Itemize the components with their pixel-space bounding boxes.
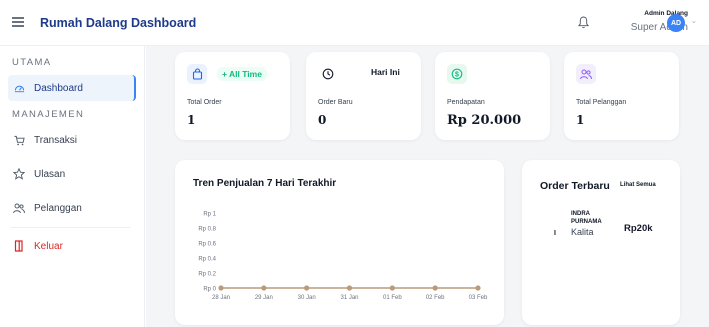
sales-trend-chart: Rp 1 Rp 0.8 Rp 0.6 Rp 0.4 Rp 0.2 Rp 0 28 Jan 29… (198, 212, 488, 302)
stat-value: 0 (318, 113, 327, 127)
see-all-link[interactable]: Lihat Semua (620, 182, 656, 188)
stat-value: Rp 20.000 (447, 113, 522, 128)
sidebar-item-ulasan[interactable]: Ulasan (8, 161, 136, 187)
chart-title: Tren Penjualan 7 Hari Terakhir (193, 178, 337, 189)
stat-label: Total Order (187, 99, 222, 106)
sidebar-item-transaksi[interactable]: Transaksi (8, 127, 136, 153)
stat-label: Total Pelanggan (576, 99, 627, 106)
bag-icon (187, 64, 207, 84)
avatar[interactable]: AD (667, 14, 685, 32)
data-point (218, 285, 224, 291)
stat-card-total-order: + All Time Total Order 1 (175, 52, 290, 140)
x-tick-label: 30 Jan (298, 295, 316, 301)
y-tick-label: Rp 1 (203, 212, 216, 218)
stat-value: 1 (187, 113, 196, 127)
top-header: Rumah Dalang Dashboard Admin Dalang Supe… (0, 0, 709, 46)
app-title: Rumah Dalang Dashboard (40, 16, 197, 30)
sales-trend-card: Tren Penjualan 7 Hari Terakhir Rp 1 Rp 0.… (175, 160, 504, 325)
data-point (261, 285, 267, 291)
stat-card-order-baru: Hari Ini Order Baru 0 (306, 52, 421, 140)
star-icon (13, 168, 25, 180)
clock-icon (318, 64, 338, 84)
sidebar-item-pelanggan[interactable]: Pelanggan (8, 195, 136, 221)
order-customer-name[interactable]: INDRA PURNAMA (571, 211, 615, 226)
recent-orders-title: Order Terbaru (540, 180, 610, 192)
x-tick-label: 31 Jan (340, 295, 358, 301)
section-label-utama: UTAMA (12, 57, 52, 68)
chevron-down-icon[interactable]: ⌄ (691, 17, 697, 25)
stat-label: Order Baru (318, 99, 353, 106)
x-tick-label: 28 Jan (212, 295, 230, 301)
sidebar-item-label: Ulasan (34, 168, 66, 180)
sidebar-item-label: Dashboard (34, 82, 83, 94)
svg-text:$: $ (455, 72, 459, 79)
order-rank: I (554, 230, 556, 237)
order-detail: Kalita (571, 227, 594, 237)
cart-icon (13, 134, 25, 146)
x-tick-label: 03 Feb (469, 295, 488, 301)
sidebar-item-label: Keluar (34, 240, 63, 252)
data-point (475, 285, 481, 291)
x-tick-label: 02 Feb (426, 295, 445, 301)
stat-card-total-pelanggan: Total Pelanggan 1 (564, 52, 679, 140)
recent-orders-card: Order Terbaru Lihat Semua I INDRA PURNAM… (522, 160, 680, 325)
menu-icon[interactable] (12, 17, 24, 27)
y-tick-label: Rp 0.2 (198, 272, 216, 278)
bell-icon[interactable] (578, 16, 589, 29)
sidebar-item-dashboard[interactable]: Dashboard (8, 75, 136, 101)
sidebar-item-label: Pelanggan (34, 202, 82, 214)
x-tick-label: 29 Jan (255, 295, 273, 301)
main-content: + All Time Total Order 1 Hari Ini Order … (146, 46, 709, 327)
sidebar: UTAMA Dashboard MANAJEMEN Transaksi Ulas… (0, 46, 145, 327)
sidebar-item-label: Transaksi (34, 134, 77, 146)
data-point (432, 285, 438, 291)
logout-icon (13, 240, 25, 252)
stat-value: 1 (576, 113, 585, 127)
sidebar-item-keluar[interactable]: Keluar (8, 233, 136, 259)
status-badge: Hari Ini (371, 67, 400, 77)
dashboard-icon (13, 82, 25, 94)
users-icon (576, 64, 596, 84)
status-badge: + All Time (217, 67, 267, 81)
data-point (346, 285, 353, 291)
stat-card-pendapatan: $ Pendapatan Rp 20.000 (435, 52, 550, 140)
x-tick-label: 01 Feb (383, 295, 402, 301)
y-tick-label: Rp 0.8 (198, 227, 216, 233)
stat-label: Pendapatan (447, 99, 485, 106)
y-tick-label: Rp 0.6 (198, 242, 216, 248)
section-label-manajemen: MANAJEMEN (12, 109, 85, 120)
sidebar-divider (10, 227, 130, 228)
data-point (389, 285, 395, 291)
dollar-icon: $ (447, 64, 467, 84)
data-point (304, 285, 310, 291)
y-tick-label: Rp 0.4 (198, 257, 216, 263)
order-amount: Rp20k (624, 223, 653, 234)
users-icon (13, 202, 25, 214)
y-tick-label: Rp 0 (203, 287, 216, 293)
